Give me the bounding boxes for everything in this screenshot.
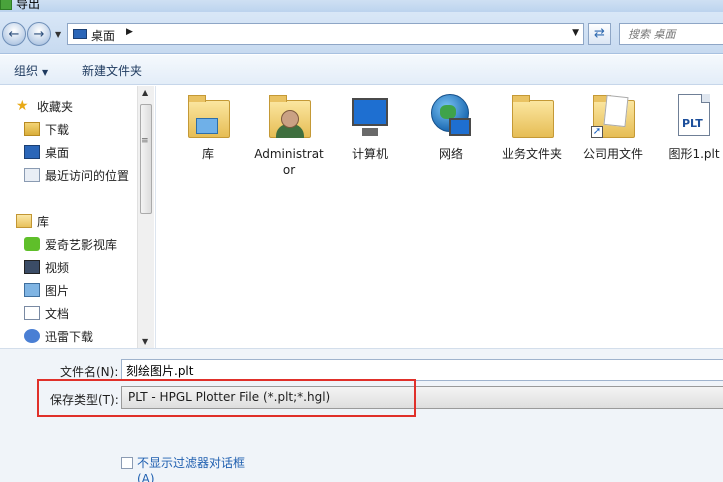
file-list: 库 Administrator 计算机 网络 业务文件夹 ➚ 公司用文件 PLT… xyxy=(155,86,723,348)
nav-label: 迅雷下载 xyxy=(45,329,94,344)
library-icon xyxy=(184,92,232,142)
file-label: 库 xyxy=(201,147,214,161)
chevron-down-icon: ▼ xyxy=(42,68,49,77)
address-row: ← → ▼ 桌面 ▶ ▼ ⇄ xyxy=(0,12,723,54)
library-icon xyxy=(16,214,32,228)
plt-file-icon: PLT xyxy=(670,92,718,142)
organize-label: 组织 xyxy=(14,64,39,78)
filename-field[interactable] xyxy=(121,359,723,381)
title-bar: 导出 xyxy=(0,0,723,12)
nav-label: 图片 xyxy=(45,283,70,298)
file-item-network[interactable]: 网络 xyxy=(414,92,488,162)
hide-filter-label[interactable]: 不显示过滤器对话框(A) xyxy=(137,455,257,482)
breadcrumb-desktop[interactable]: 桌面 xyxy=(91,27,115,44)
back-button[interactable]: ← xyxy=(2,22,26,46)
scroll-down-icon[interactable]: ▼ xyxy=(142,337,148,346)
nav-label: 爱奇艺影视库 xyxy=(45,237,118,252)
app-icon xyxy=(0,0,12,10)
nav-item-recent[interactable]: 最近访问的位置 xyxy=(24,165,129,185)
arrow-left-icon: ← xyxy=(8,26,20,42)
save-form: 文件名(N): 保存类型(T): PLT - HPGL Plotter File… xyxy=(0,348,723,482)
file-item-plt[interactable]: PLT 图形1.plt xyxy=(657,92,723,162)
file-item-business-folder[interactable]: 业务文件夹 xyxy=(495,92,569,162)
nav-label: 文档 xyxy=(45,306,70,321)
computer-icon xyxy=(346,92,394,142)
new-folder-button[interactable]: 新建文件夹 xyxy=(82,62,142,79)
file-label: 网络 xyxy=(438,147,463,161)
file-item-computer[interactable]: 计算机 xyxy=(333,92,407,162)
nav-libraries[interactable]: 库 xyxy=(16,211,49,231)
breadcrumb-chevron-icon[interactable]: ▶ xyxy=(126,27,133,37)
user-folder-icon xyxy=(265,92,313,142)
address-bar[interactable]: 桌面 ▶ ▼ xyxy=(67,23,584,45)
scroll-up-icon[interactable]: ▲ xyxy=(142,88,148,97)
shortcut-folder-icon: ➚ xyxy=(589,92,637,142)
forward-button[interactable]: → xyxy=(27,22,51,46)
search-box[interactable] xyxy=(619,23,723,45)
nav-label: 桌面 xyxy=(45,145,70,160)
organize-button[interactable]: 组织 ▼ xyxy=(14,62,48,79)
file-item-library[interactable]: 库 xyxy=(171,92,245,162)
nav-label: 库 xyxy=(37,214,50,229)
search-input[interactable] xyxy=(620,24,720,44)
file-label: Administrator xyxy=(254,147,324,177)
nav-label: 视频 xyxy=(45,260,70,275)
pictures-icon xyxy=(24,283,40,297)
filename-label: 文件名(N): xyxy=(60,365,119,379)
nav-item-documents[interactable]: 文档 xyxy=(24,303,69,323)
arrow-right-icon: → xyxy=(33,26,45,42)
scrollbar-thumb[interactable] xyxy=(140,104,152,214)
thunder-icon xyxy=(24,329,40,343)
file-label: 计算机 xyxy=(351,147,388,161)
highlight-box xyxy=(37,379,416,417)
nav-item-videos[interactable]: 视频 xyxy=(24,257,69,277)
address-dropdown-icon[interactable]: ▼ xyxy=(572,28,579,38)
plt-badge: PLT xyxy=(682,117,703,130)
refresh-icon: ⇄ xyxy=(594,26,605,41)
nav-favorites[interactable]: ★ 收藏夹 xyxy=(16,96,73,116)
desktop-icon xyxy=(24,145,40,159)
recent-places-icon xyxy=(24,168,40,182)
network-icon xyxy=(427,92,475,142)
navigation-pane: ★ 收藏夹 下载 桌面 最近访问的位置 库 爱奇艺影视库 视频 图片 文档 迅雷下… xyxy=(0,86,155,348)
star-icon: ★ xyxy=(16,98,29,114)
file-label: 图形1.plt xyxy=(668,147,720,161)
documents-icon xyxy=(24,306,40,320)
desktop-icon xyxy=(73,29,87,39)
nav-item-pictures[interactable]: 图片 xyxy=(24,280,69,300)
refresh-button[interactable]: ⇄ xyxy=(588,23,611,45)
filename-input[interactable] xyxy=(122,360,723,380)
file-label: 业务文件夹 xyxy=(501,147,562,161)
command-toolbar: 组织 ▼ 新建文件夹 xyxy=(0,55,723,85)
downloads-icon xyxy=(24,122,40,136)
nav-item-downloads[interactable]: 下载 xyxy=(24,119,69,139)
file-item-administrator[interactable]: Administrator xyxy=(252,92,326,178)
nav-item-iqiyi[interactable]: 爱奇艺影视库 xyxy=(24,234,117,254)
hide-filter-checkbox[interactable] xyxy=(121,457,133,469)
folder-icon xyxy=(508,92,556,142)
video-icon xyxy=(24,260,40,274)
nav-item-desktop[interactable]: 桌面 xyxy=(24,142,69,162)
nav-label: 最近访问的位置 xyxy=(45,168,130,183)
nav-label: 下载 xyxy=(45,122,70,137)
nav-label: 收藏夹 xyxy=(37,99,74,114)
file-item-company-files[interactable]: ➚ 公司用文件 xyxy=(576,92,650,162)
grip-icon: ≡ xyxy=(141,136,149,146)
window-title: 导出 xyxy=(16,0,41,11)
iqiyi-icon xyxy=(24,237,40,251)
nav-scrollbar[interactable]: ▲ ≡ ▼ xyxy=(137,86,154,348)
nav-item-thunder[interactable]: 迅雷下载 xyxy=(24,326,93,346)
file-label: 公司用文件 xyxy=(582,147,643,161)
history-dropdown-icon[interactable]: ▼ xyxy=(55,30,61,39)
